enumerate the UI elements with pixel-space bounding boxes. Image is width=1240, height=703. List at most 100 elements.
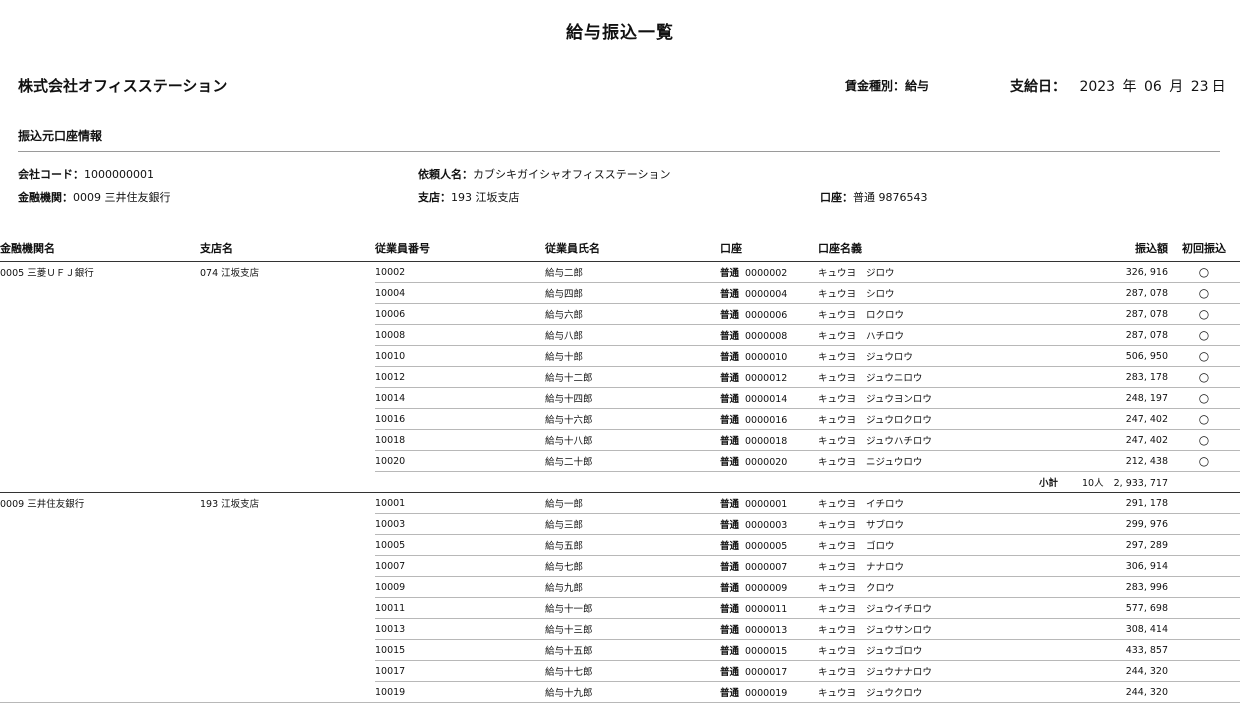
first-transfer-cell	[1168, 513, 1240, 535]
holder-surname: キュウヨ	[818, 310, 857, 321]
branch-name-cell	[200, 514, 375, 535]
first-transfer-cell: ○	[1168, 429, 1240, 451]
table-row: 10007 給与七郎 普通 0000007 キュウヨ ナナロウ 306, 914	[0, 555, 1240, 577]
emp-no-cell: 10017	[375, 660, 545, 682]
holder-cell: キュウヨ ナナロウ	[818, 555, 1028, 577]
account-type: 普通	[720, 562, 740, 573]
holder-given-name: ジュウゴロウ	[866, 646, 923, 657]
emp-name-cell: 給与十九郎	[545, 681, 720, 703]
table-row: 10005 給与五郎 普通 0000005 キュウヨ ゴロウ 297, 289	[0, 534, 1240, 556]
branch-name-cell	[200, 388, 375, 409]
branch-name-cell	[200, 598, 375, 619]
first-transfer-cell: ○	[1168, 366, 1240, 388]
emp-name-cell: 給与八郎	[545, 324, 720, 346]
emp-no-cell: 10006	[375, 303, 545, 325]
first-transfer-cell	[1168, 534, 1240, 556]
holder-cell: キュウヨ ジュウハチロウ	[818, 429, 1028, 451]
holder-given-name: ジュウクロウ	[866, 688, 923, 699]
branch-name-cell	[200, 283, 375, 304]
branch-name-cell	[200, 535, 375, 556]
emp-no-cell: 10007	[375, 555, 545, 577]
company-code: 会社コード：1000000001	[18, 166, 154, 182]
account-cell: 普通 0000010	[720, 345, 818, 367]
bank-name-cell: 0009 三井住友銀行	[0, 492, 200, 514]
account-number: 0000009	[745, 583, 788, 594]
holder-surname: キュウヨ	[818, 625, 857, 636]
holder-given-name: ジュウヨンロウ	[866, 394, 932, 405]
holder-surname: キュウヨ	[818, 289, 857, 300]
emp-no-cell: 10002	[375, 261, 545, 283]
transfer-table: 金融機関名 支店名 従業員番号 従業員氏名 口座 口座名義 振込額 初回振込 0…	[0, 235, 1240, 703]
holder-cell: キュウヨ ジュウロクロウ	[818, 408, 1028, 430]
first-transfer-mark: ○	[1198, 433, 1210, 447]
payday-label: 支給日：	[1010, 79, 1066, 95]
account-number: 0000013	[745, 625, 788, 636]
bank-name-cell	[0, 388, 200, 409]
amount-cell: 244, 320	[1028, 681, 1168, 703]
account-type: 普通	[720, 457, 740, 468]
emp-name-cell: 給与七郎	[545, 555, 720, 577]
account-type: 普通	[720, 436, 740, 447]
account-cell: 普通 0000011	[720, 597, 818, 619]
holder-given-name: シロウ	[866, 289, 895, 300]
table-row: 10015 給与十五郎 普通 0000015 キュウヨ ジュウゴロウ 433, 857	[0, 639, 1240, 661]
emp-name-cell: 給与九郎	[545, 576, 720, 598]
holder-given-name: ジュウイチロウ	[866, 604, 932, 615]
branch-name-cell	[200, 640, 375, 661]
holder-given-name: ニジュウロウ	[866, 457, 923, 468]
account-cell: 普通 0000003	[720, 513, 818, 535]
account-cell: 普通 0000013	[720, 618, 818, 640]
emp-no-cell: 10004	[375, 282, 545, 304]
bank-name-cell	[0, 367, 200, 388]
emp-no-cell: 10012	[375, 366, 545, 388]
year-unit: 年	[1122, 79, 1137, 95]
holder-cell: キュウヨ ジュウニロウ	[818, 366, 1028, 388]
holder-surname: キュウヨ	[818, 352, 857, 363]
account-cell: 普通 0000015	[720, 639, 818, 661]
account-cell: 普通 0000006	[720, 303, 818, 325]
account-number: 0000017	[745, 667, 788, 678]
holder-cell: キュウヨ ジロウ	[818, 261, 1028, 283]
table-row: 10014 給与十四郎 普通 0000014 キュウヨ ジュウヨンロウ 248, 197 ○	[0, 387, 1240, 409]
bank-name-cell	[0, 640, 200, 661]
account-cell: 普通 0000016	[720, 408, 818, 430]
account-number: 0000020	[745, 457, 788, 468]
holder-cell: キュウヨ ハチロウ	[818, 324, 1028, 346]
branch-name-cell	[200, 681, 375, 703]
holder-surname: キュウヨ	[818, 394, 857, 405]
account-number: 0000008	[745, 331, 788, 342]
amount-cell: 287, 078	[1028, 282, 1168, 304]
account-type: 普通	[720, 625, 740, 636]
account-number: 0000016	[745, 415, 788, 426]
bank-name-cell	[0, 598, 200, 619]
holder-given-name: ジュウサンロウ	[866, 625, 932, 636]
account-cell: 普通 0000019	[720, 681, 818, 703]
amount-cell: 306, 914	[1028, 555, 1168, 577]
first-transfer-mark: ○	[1198, 349, 1210, 363]
holder-surname: キュウヨ	[818, 457, 857, 468]
holder-surname: キュウヨ	[818, 583, 857, 594]
pay-year: 2023	[1079, 79, 1116, 95]
emp-no-cell: 10018	[375, 429, 545, 451]
first-transfer-cell: ○	[1168, 450, 1240, 472]
first-transfer-mark: ○	[1198, 391, 1210, 405]
emp-name-cell: 給与十一郎	[545, 597, 720, 619]
bank-name-cell	[0, 346, 200, 367]
branch-name-cell	[200, 451, 375, 472]
emp-name-cell: 給与五郎	[545, 534, 720, 556]
emp-no-cell: 10014	[375, 387, 545, 409]
subtotal-label: 小計	[1039, 478, 1059, 489]
emp-no-cell: 10003	[375, 513, 545, 535]
company-code-value: 1000000001	[84, 168, 154, 181]
holder-given-name: ジュウハチロウ	[866, 436, 932, 447]
amount-cell: 299, 976	[1028, 513, 1168, 535]
table-row: 10010 給与十郎 普通 0000010 キュウヨ ジュウロウ 506, 950 ○	[0, 345, 1240, 367]
table-row: 10012 給与十二郎 普通 0000012 キュウヨ ジュウニロウ 283, 178 ○	[0, 366, 1240, 388]
holder-given-name: ロクロウ	[866, 310, 905, 321]
company-name: 株式会社オフィスステーション	[18, 77, 228, 95]
source-bank: 金融機関：0009 三井住友銀行	[18, 189, 171, 205]
holder-surname: キュウヨ	[818, 499, 857, 510]
table-row: 10008 給与八郎 普通 0000008 キュウヨ ハチロウ 287, 078 ○	[0, 324, 1240, 346]
bank-name-cell	[0, 451, 200, 472]
holder-cell: キュウヨ ジュウヨンロウ	[818, 387, 1028, 409]
